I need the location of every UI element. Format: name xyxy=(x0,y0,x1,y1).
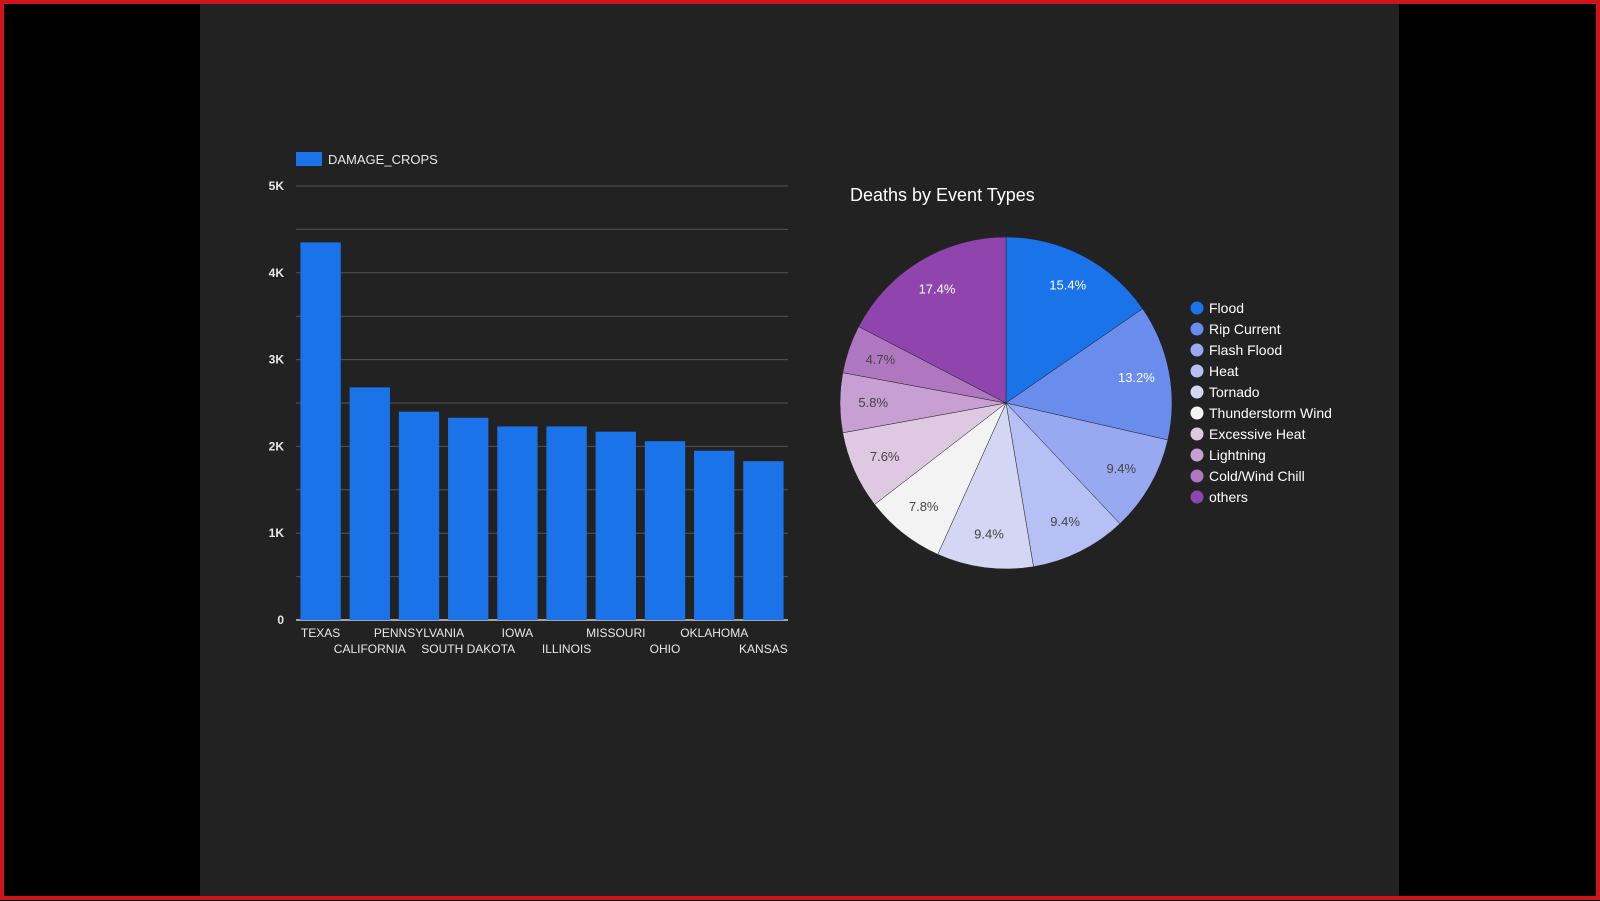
bar-x-axis: TEXAS CALIFORNIA PENNSYLVANIA SOUTH DAKOTA I… xyxy=(301,626,788,656)
bar-x-tick-label: KANSAS xyxy=(739,642,788,656)
bar[interactable] xyxy=(595,431,636,620)
bar-y-tick-label: 3K xyxy=(269,353,285,367)
pie-slice-label: 13.2% xyxy=(1118,370,1155,385)
bar-y-tick-label: 5K xyxy=(269,179,285,193)
pie-legend-label: Heat xyxy=(1209,363,1239,379)
pie-legend-item[interactable]: others xyxy=(1190,489,1248,505)
bar-x-tick-label: OHIO xyxy=(650,642,681,656)
pie-legend-label: Excessive Heat xyxy=(1209,426,1306,442)
pie-legend-item[interactable]: Tornado xyxy=(1190,384,1260,400)
pie-legend-swatch xyxy=(1190,301,1204,315)
bar-x-tick-label: MISSOURI xyxy=(586,626,645,640)
pie-legend-item[interactable]: Thunderstorm Wind xyxy=(1190,405,1332,421)
bar-series xyxy=(300,242,784,621)
bar-x-tick-label: PENNSYLVANIA xyxy=(374,626,464,640)
pie-legend-swatch xyxy=(1190,448,1204,462)
bar-x-tick-label: OKLAHOMA xyxy=(680,626,748,640)
pie-legend-label: others xyxy=(1209,489,1248,505)
pie-legend-label: Flash Flood xyxy=(1209,342,1282,358)
bar[interactable] xyxy=(300,242,341,621)
pie-legend-swatch xyxy=(1190,427,1204,441)
pie-legend-item[interactable]: Heat xyxy=(1190,363,1239,379)
pie-legend-item[interactable]: Excessive Heat xyxy=(1190,426,1306,442)
pie-slice-label: 7.8% xyxy=(909,499,939,514)
pie-legend-item[interactable]: Flood xyxy=(1190,300,1245,316)
bar[interactable] xyxy=(497,426,538,620)
bar[interactable] xyxy=(743,461,784,620)
pie-legend-swatch xyxy=(1190,364,1204,378)
pie-slices xyxy=(839,236,1173,570)
report-canvas: 0 1K 2K 3K 4K 5K TEXAS CALIFORNIA PENNSYLVANIA S… xyxy=(200,4,1399,896)
bar-x-tick-label: SOUTH DAKOTA xyxy=(421,642,515,656)
bar[interactable] xyxy=(694,450,735,620)
bar-y-tick-label: 4K xyxy=(269,266,285,280)
pie-slice-label: 4.7% xyxy=(866,352,896,367)
pie-legend-item[interactable]: Flash Flood xyxy=(1190,342,1283,358)
bar-y-tick-label: 2K xyxy=(269,439,285,453)
pie-title: Deaths by Event Types xyxy=(850,185,1035,205)
bar[interactable] xyxy=(349,387,390,620)
pie-legend-label: Rip Current xyxy=(1209,321,1281,337)
bar-chart: 0 1K 2K 3K 4K 5K TEXAS CALIFORNIA PENNSYLVANIA S… xyxy=(269,152,788,656)
bar-legend-label: DAMAGE_CROPS xyxy=(328,152,438,167)
pie-slice-label: 9.4% xyxy=(974,527,1004,542)
bar-y-tick-label: 1K xyxy=(269,526,285,540)
pie-slice-label: 7.6% xyxy=(870,449,900,464)
bar-x-tick-label: CALIFORNIA xyxy=(334,642,406,656)
pie-legend-swatch xyxy=(1190,490,1204,504)
pie-slice-label: 15.4% xyxy=(1049,277,1086,292)
pie-legend-swatch xyxy=(1190,343,1204,357)
bar-x-tick-label: ILLINOIS xyxy=(542,642,591,656)
pie-slice-label: 5.8% xyxy=(858,395,888,410)
charts-svg: 0 1K 2K 3K 4K 5K TEXAS CALIFORNIA PENNSYLVANIA S… xyxy=(269,152,1332,656)
pie-legend-label: Lightning xyxy=(1209,447,1266,463)
bar-x-tick-label: IOWA xyxy=(502,626,534,640)
pie-legend-label: Tornado xyxy=(1209,384,1260,400)
pie-legend-label: Flood xyxy=(1209,300,1244,316)
pie-slice-label: 9.4% xyxy=(1106,461,1136,476)
pie-legend-swatch xyxy=(1190,322,1204,336)
pie-chart: Deaths by Event Types 15.4% 13.2% 9.4% 9.4%… xyxy=(839,185,1332,570)
pie-legend-label: Cold/Wind Chill xyxy=(1209,468,1305,484)
bar[interactable] xyxy=(398,411,440,620)
bar-x-tick-label: TEXAS xyxy=(301,626,340,640)
pie-legend-swatch xyxy=(1190,406,1204,420)
pie-legend-swatch xyxy=(1190,469,1204,483)
pie-slice-label: 9.4% xyxy=(1050,514,1080,529)
pie-legend-swatch xyxy=(1190,385,1204,399)
bar-y-axis: 0 1K 2K 3K 4K 5K xyxy=(269,179,285,627)
pie-legend-label: Thunderstorm Wind xyxy=(1209,405,1332,421)
pie-legend-item[interactable]: Lightning xyxy=(1190,447,1266,463)
bar[interactable] xyxy=(644,441,686,620)
pie-slice-label: 17.4% xyxy=(919,282,956,297)
bar-y-tick-label: 0 xyxy=(277,613,284,627)
bar-legend-swatch xyxy=(296,152,322,166)
bar-legend: DAMAGE_CROPS xyxy=(296,152,438,167)
pie-legend: Flood Rip Current Flash Flood Heat Tornado Th… xyxy=(1190,300,1332,505)
pie-legend-item[interactable]: Cold/Wind Chill xyxy=(1190,468,1305,484)
bar[interactable] xyxy=(546,426,587,620)
bar[interactable] xyxy=(448,417,489,620)
pie-legend-item[interactable]: Rip Current xyxy=(1190,321,1281,337)
